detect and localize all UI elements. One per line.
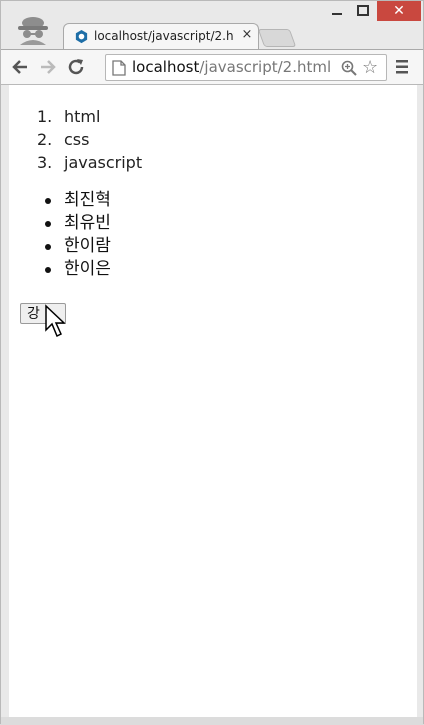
list-item: 2. css <box>37 128 142 151</box>
address-bar[interactable]: localhost/javascript/2.html ☆ <box>105 54 387 81</box>
page-icon <box>112 60 126 76</box>
list-item: 1. html <box>37 105 142 128</box>
list-item-text: css <box>64 130 90 149</box>
list-item-text: 한이람 <box>64 236 111 256</box>
incognito-icon <box>18 17 48 45</box>
browser-toolbar: localhost/javascript/2.html ☆ <box>1 49 423 85</box>
list-item-text: html <box>64 107 101 126</box>
list-item-text: 최진혁 <box>64 190 111 210</box>
maximize-button[interactable] <box>350 1 376 21</box>
bullet-icon <box>45 198 51 204</box>
new-tab-button[interactable] <box>257 29 297 47</box>
ordered-list: 1. html 2. css 3. javascript <box>37 105 142 174</box>
url-path: /javascript/2.html <box>199 58 332 76</box>
bullet-icon <box>45 267 51 273</box>
list-item: 최유빈 <box>45 212 111 235</box>
maximize-icon <box>357 5 369 16</box>
list-number: 1. <box>37 107 53 126</box>
bullet-icon <box>45 244 51 250</box>
close-icon: ✕ <box>393 3 405 19</box>
list-number: 3. <box>37 153 53 172</box>
bullet-icon <box>45 221 51 227</box>
list-item: 3. javascript <box>37 151 142 174</box>
menu-icon[interactable] <box>395 58 409 76</box>
list-number: 2. <box>37 130 53 149</box>
browser-window: localhost/javascript/2.htm × ✕ <box>0 0 424 725</box>
back-arrow-icon[interactable] <box>9 56 31 78</box>
page-content: 1. html 2. css 3. javascript 최진혁 최유빈 한이람 한이… <box>9 85 417 717</box>
forward-arrow-icon[interactable] <box>37 56 59 78</box>
list-item-text: 한이은 <box>64 259 111 279</box>
list-item: 최진혁 <box>45 189 111 212</box>
tab-active[interactable]: localhost/javascript/2.htm × <box>63 23 259 49</box>
minimize-icon <box>332 13 342 15</box>
tab-close-icon[interactable]: × <box>240 27 254 43</box>
title-bar: localhost/javascript/2.htm × ✕ <box>1 1 423 49</box>
tab-title: localhost/javascript/2.htm <box>94 29 234 43</box>
minimize-button[interactable] <box>324 1 350 21</box>
favicon-icon <box>75 29 88 44</box>
url-host: localhost <box>132 58 200 76</box>
mouse-cursor-icon <box>45 304 66 338</box>
list-item-text: 최유빈 <box>64 213 111 233</box>
unordered-list: 최진혁 최유빈 한이람 한이은 <box>45 189 111 281</box>
list-item-text: javascript <box>64 153 143 172</box>
close-button[interactable]: ✕ <box>377 1 421 21</box>
list-item: 한이람 <box>45 235 111 258</box>
list-item: 한이은 <box>45 258 111 281</box>
zoom-icon[interactable] <box>341 60 357 76</box>
url-text: localhost/javascript/2.html <box>132 58 331 76</box>
bookmark-star-icon[interactable]: ☆ <box>362 58 382 78</box>
reload-icon[interactable] <box>65 56 87 78</box>
